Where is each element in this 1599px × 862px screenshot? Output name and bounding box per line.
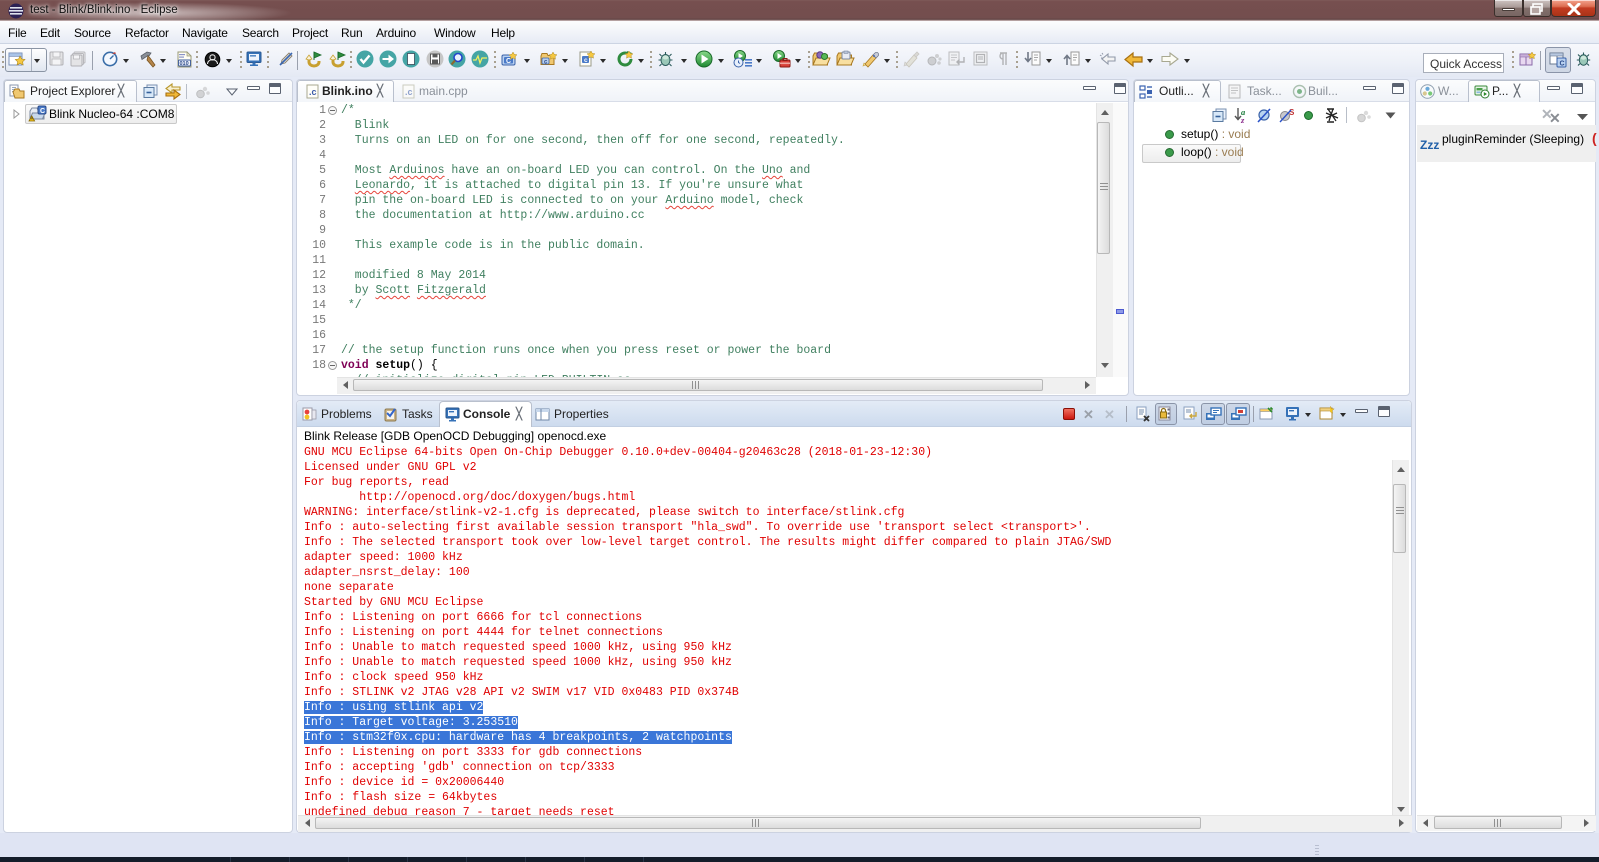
svg-text:c: c xyxy=(584,57,588,64)
svg-text:C: C xyxy=(40,108,45,115)
svg-text:.c: .c xyxy=(405,87,413,97)
svg-text:.c: .c xyxy=(309,87,317,97)
svg-text:C: C xyxy=(1560,61,1565,68)
svg-text:z: z xyxy=(1240,115,1245,124)
svg-text:010: 010 xyxy=(180,61,189,67)
svg-text:S: S xyxy=(1289,108,1295,117)
